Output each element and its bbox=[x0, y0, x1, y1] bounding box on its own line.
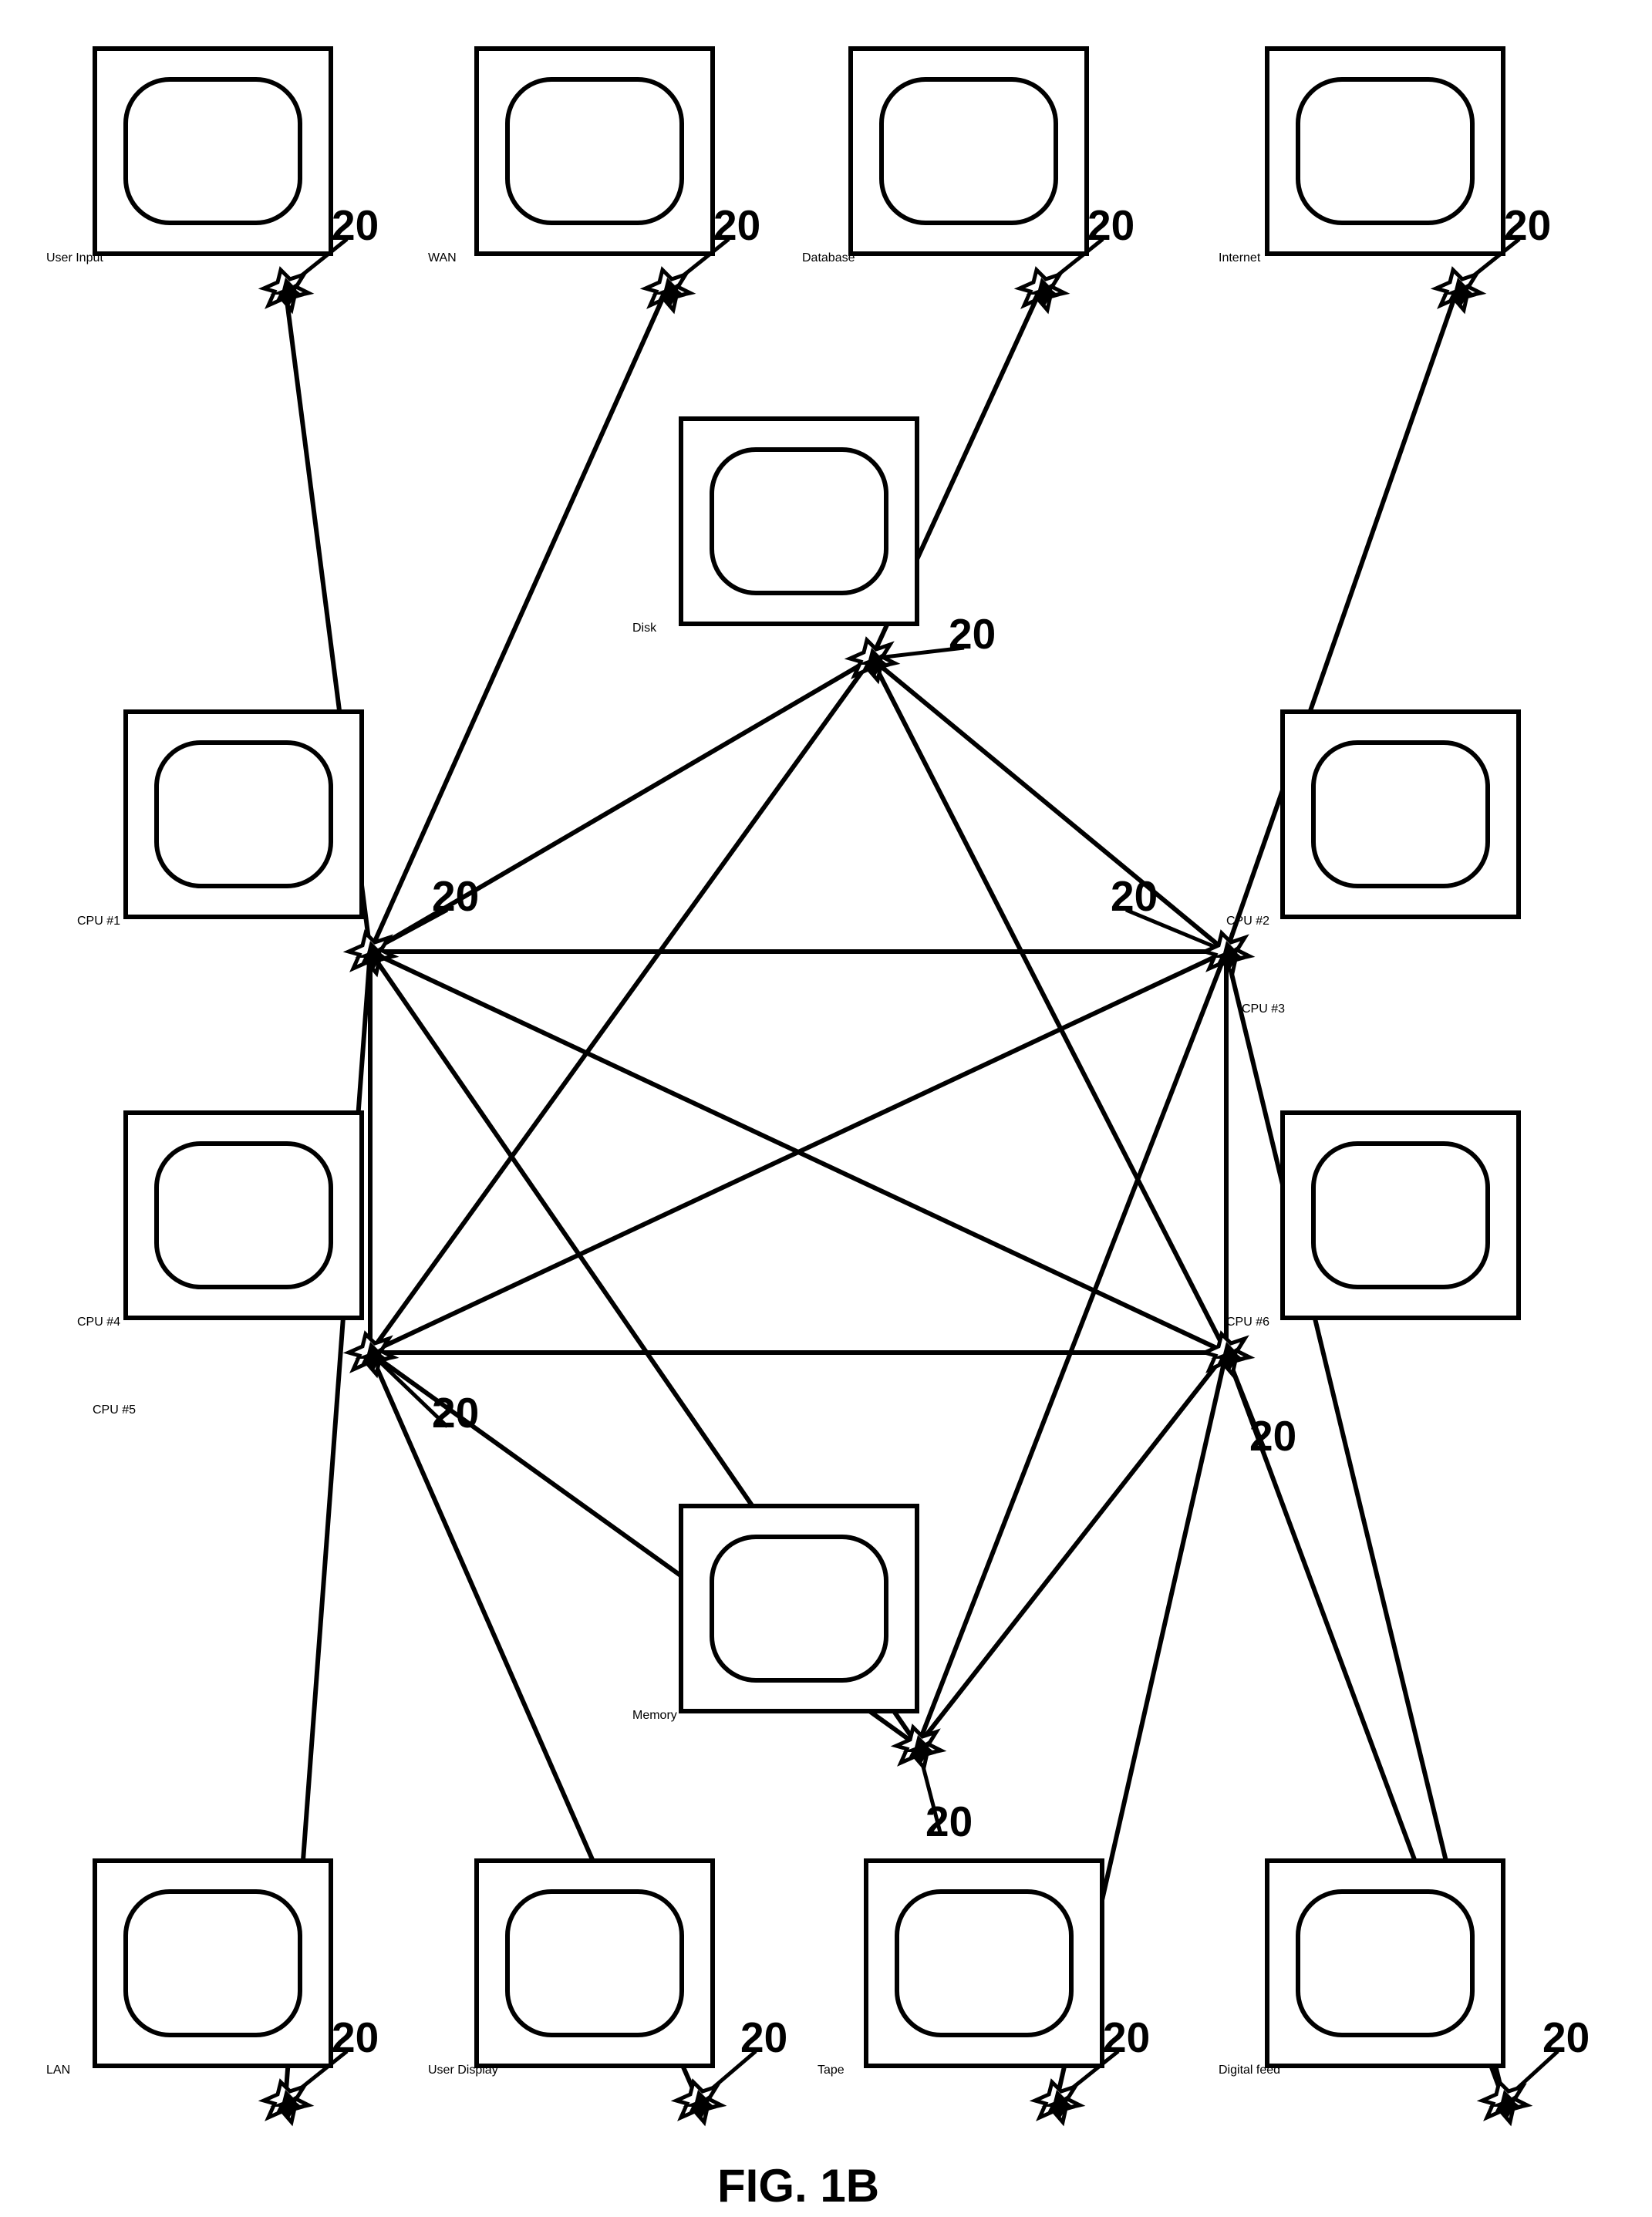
ref-numeral: 20 bbox=[1542, 2013, 1590, 2062]
monitor-icon bbox=[474, 1858, 715, 2068]
internet-label: Internet bbox=[1219, 251, 1496, 265]
converter-icon bbox=[646, 270, 690, 310]
cpu2-label: CPU #2 bbox=[1226, 915, 1558, 928]
edge bbox=[370, 659, 872, 1353]
monitor-icon bbox=[93, 1858, 333, 2068]
monitor-icon bbox=[1265, 1858, 1505, 2068]
monitor-icon bbox=[679, 1504, 919, 1713]
edge bbox=[370, 288, 667, 952]
ref-numeral: 20 bbox=[332, 200, 379, 250]
converter-icon bbox=[1205, 1334, 1249, 1374]
user_input-label: User Input bbox=[46, 251, 324, 265]
lan-label: LAN bbox=[46, 2064, 324, 2077]
ref-numeral: 20 bbox=[1111, 871, 1158, 921]
converter-icon bbox=[676, 2082, 721, 2122]
monitor-icon bbox=[93, 46, 333, 256]
converter-icon bbox=[1482, 2082, 1527, 2122]
ref-numeral: 20 bbox=[432, 871, 479, 921]
converter-icon bbox=[264, 2082, 308, 2122]
ref-numeral: 20 bbox=[740, 2013, 787, 2062]
ref-numeral: 20 bbox=[332, 2013, 379, 2062]
cpu4-label: CPU #4 bbox=[77, 1316, 409, 1329]
monitor-icon bbox=[123, 709, 364, 919]
monitor-icon bbox=[864, 1858, 1104, 2068]
monitor-icon bbox=[1280, 709, 1521, 919]
disk-label: Disk bbox=[632, 622, 910, 635]
monitor-icon bbox=[474, 46, 715, 256]
ref-numeral: 20 bbox=[713, 200, 760, 250]
figure-caption: FIG. 1B bbox=[717, 2159, 879, 2212]
cpu5-label: CPU #5 bbox=[93, 1403, 393, 1417]
ref-numeral: 20 bbox=[432, 1388, 479, 1437]
monitor-icon bbox=[1265, 46, 1505, 256]
monitor-icon bbox=[1280, 1110, 1521, 1320]
ref-numeral: 20 bbox=[1103, 2013, 1150, 2062]
database-label: Database bbox=[802, 251, 1080, 265]
converter-icon bbox=[349, 933, 393, 973]
converter-icon bbox=[1020, 270, 1064, 310]
tape-label: Tape bbox=[818, 2064, 1095, 2077]
diagram-stage: User Input WAN Database Internet Disk CPU #1 C… bbox=[0, 0, 1652, 2217]
ref-numeral: 20 bbox=[949, 609, 996, 659]
cpu3-label: CPU #3 bbox=[1242, 1002, 1542, 1016]
ref-numeral: 20 bbox=[1087, 200, 1134, 250]
cpu6-label: CPU #6 bbox=[1226, 1316, 1558, 1329]
monitor-icon bbox=[679, 416, 919, 626]
user_display-label: User Display bbox=[428, 2064, 737, 2077]
edge bbox=[918, 952, 1226, 1746]
ref-numeral: 20 bbox=[1249, 1411, 1296, 1461]
wan-label: WAN bbox=[428, 251, 706, 265]
ref-numeral: 20 bbox=[1504, 200, 1551, 250]
digital_feed-label: Digital feed bbox=[1219, 2064, 1542, 2077]
ref-numeral: 20 bbox=[925, 1797, 973, 1846]
memory-label: Memory bbox=[632, 1709, 956, 1723]
monitor-icon bbox=[848, 46, 1089, 256]
converter-icon bbox=[264, 270, 308, 310]
monitor-icon bbox=[123, 1110, 364, 1320]
converter-icon bbox=[1035, 2082, 1080, 2122]
cpu1-label: CPU #1 bbox=[77, 915, 409, 928]
edge bbox=[872, 659, 1226, 1353]
edge bbox=[872, 659, 1226, 952]
converter-icon bbox=[1436, 270, 1481, 310]
